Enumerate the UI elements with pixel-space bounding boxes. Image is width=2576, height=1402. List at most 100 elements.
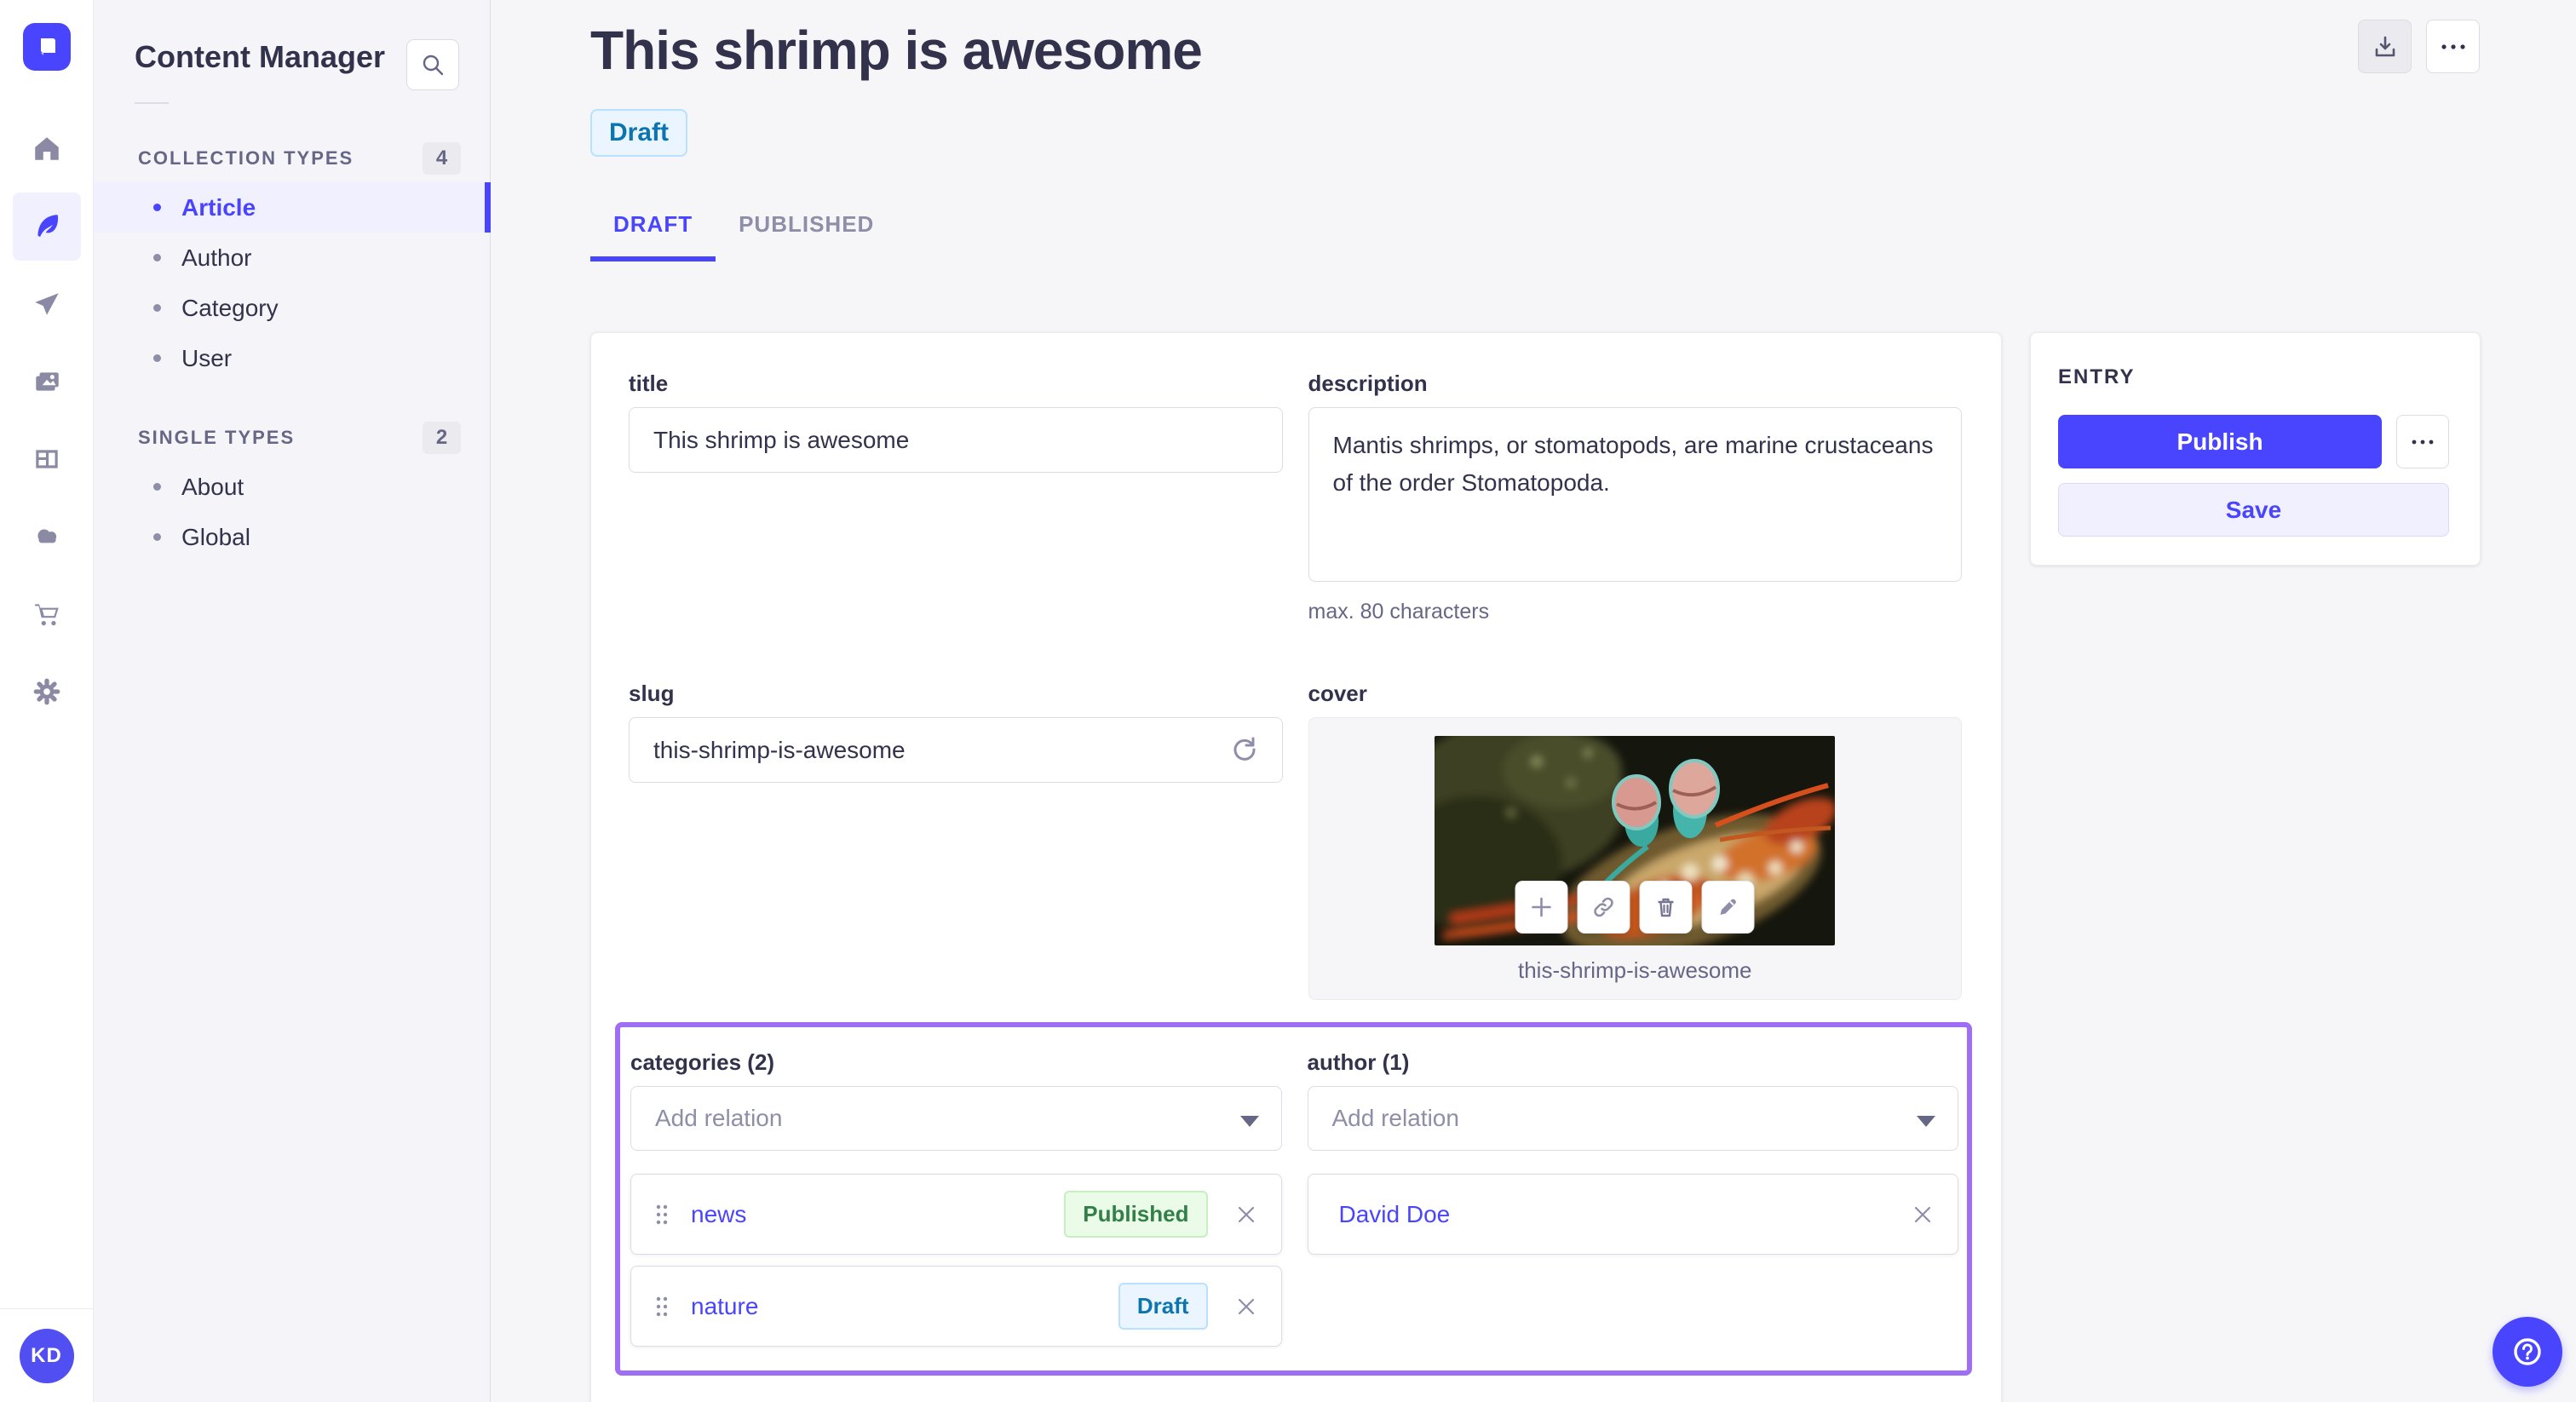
- home-nav-button[interactable]: [13, 115, 81, 183]
- version-tabs: DRAFT PUBLISHED: [590, 211, 2576, 261]
- help-button[interactable]: [2493, 1317, 2562, 1387]
- drag-handle-icon[interactable]: [652, 1200, 672, 1229]
- publish-button[interactable]: Publish: [2058, 415, 2382, 468]
- rail-nav: [0, 115, 93, 726]
- question-mark-icon: [2514, 1338, 2541, 1365]
- entry-status-badge: Draft: [590, 109, 688, 157]
- main-content: This shrimp is awesome Draft DRAFT PUBLI…: [491, 0, 2576, 1402]
- layout-icon: [35, 450, 58, 468]
- entry-actions-row: Publish: [2058, 415, 2449, 468]
- relation-link-news[interactable]: news: [691, 1201, 746, 1228]
- chevron-down-icon: [1239, 1116, 1259, 1127]
- cover-field: cover this-shrimp-is-awesome: [1308, 681, 1962, 1000]
- sidebar-item-label: Global: [181, 523, 250, 550]
- subnav-header: Content Manager: [94, 0, 490, 90]
- gear-icon: [33, 678, 60, 705]
- relation-status-badge-published: Published: [1064, 1191, 1208, 1238]
- categories-add-relation-select[interactable]: Add relation: [630, 1086, 1282, 1151]
- entry-panel: ENTRY Publish Save: [2030, 332, 2481, 566]
- entry-more-options-button[interactable]: [2396, 415, 2449, 468]
- user-avatar[interactable]: KD: [19, 1328, 74, 1383]
- active-indicator: [485, 182, 491, 233]
- description-helper-text: max. 80 characters: [1308, 600, 1490, 623]
- releases-nav-button[interactable]: [13, 270, 81, 338]
- author-field: author (1) Add relation David Doe: [1307, 1049, 1958, 1347]
- save-button[interactable]: Save: [2058, 483, 2449, 537]
- edit-media-button[interactable]: [1701, 881, 1755, 934]
- sidebar-item-global[interactable]: Global: [94, 512, 490, 562]
- single-types-count-badge: 2: [423, 422, 461, 454]
- sidebar-item-label: User: [181, 344, 233, 371]
- content-type-builder-nav-button[interactable]: [13, 425, 81, 493]
- delete-media-button[interactable]: [1639, 881, 1693, 934]
- sidebar-item-label: Category: [181, 294, 279, 321]
- media-library-nav-button[interactable]: [13, 348, 81, 416]
- bullet-icon: [153, 483, 161, 491]
- remove-relation-david-doe-button[interactable]: [1908, 1200, 1937, 1229]
- ellipsis-icon: [2412, 440, 2434, 444]
- tab-published[interactable]: PUBLISHED: [716, 211, 897, 261]
- shopping-cart-icon: [34, 604, 59, 626]
- relations-grid: categories (2) Add relation news Publish…: [630, 1049, 1958, 1347]
- refresh-icon: [1233, 737, 1256, 761]
- title-field: title: [629, 371, 1283, 624]
- sidebar-item-about[interactable]: About: [94, 462, 490, 512]
- remove-relation-news-button[interactable]: [1232, 1200, 1261, 1229]
- main-nav-rail: KD: [0, 0, 94, 1402]
- deploy-nav-button[interactable]: [13, 503, 81, 571]
- slug-input-wrap: [629, 717, 1283, 783]
- remove-relation-nature-button[interactable]: [1232, 1292, 1261, 1321]
- slug-input[interactable]: [629, 717, 1283, 783]
- slug-field: slug: [629, 681, 1283, 1000]
- relation-link-nature[interactable]: nature: [691, 1293, 758, 1320]
- trash-icon: [1658, 898, 1674, 917]
- single-types-list: About Global: [94, 462, 490, 562]
- search-icon: [423, 55, 444, 76]
- content-manager-nav-button[interactable]: [12, 192, 81, 261]
- slug-field-label: slug: [629, 681, 675, 706]
- author-add-relation-select[interactable]: Add relation: [1307, 1086, 1958, 1151]
- drag-handle-icon[interactable]: [652, 1292, 672, 1321]
- categories-field: categories (2) Add relation news Publish…: [630, 1049, 1282, 1347]
- tab-draft[interactable]: DRAFT: [590, 211, 716, 261]
- relation-link-david-doe[interactable]: David Doe: [1339, 1201, 1451, 1228]
- title-input[interactable]: [629, 407, 1283, 473]
- description-field-label: description: [1308, 371, 1428, 396]
- relation-status-badge-draft: Draft: [1118, 1283, 1208, 1330]
- relation-item-news: news Published: [630, 1174, 1282, 1255]
- close-icon: [1238, 1206, 1254, 1222]
- sidebar-item-label: Article: [181, 193, 256, 221]
- link-icon: [1594, 897, 1614, 917]
- sidebar-item-author[interactable]: Author: [94, 233, 490, 283]
- import-export-button[interactable]: [2358, 20, 2412, 73]
- header-more-options-button[interactable]: [2426, 20, 2480, 73]
- description-textarea[interactable]: Mantis shrimps, or stomatopods, are mari…: [1308, 407, 1962, 582]
- relation-item-david-doe: David Doe: [1307, 1174, 1958, 1255]
- categories-select-placeholder: Add relation: [655, 1105, 783, 1131]
- bullet-icon: [153, 354, 161, 362]
- description-field: description Mantis shrimps, or stomatopo…: [1308, 371, 1962, 624]
- page-title: This shrimp is awesome: [590, 20, 1203, 81]
- ellipsis-icon: [2441, 43, 2465, 49]
- regenerate-slug-button[interactable]: [1223, 729, 1264, 770]
- sidebar-item-article[interactable]: Article: [94, 182, 491, 233]
- copy-link-button[interactable]: [1577, 881, 1630, 934]
- strapi-logo[interactable]: [22, 23, 71, 71]
- add-media-button[interactable]: [1515, 881, 1568, 934]
- marketplace-nav-button[interactable]: [13, 580, 81, 648]
- content-manager-subnav: Content Manager COLLECTION TYPES 4 Artic…: [94, 0, 491, 1402]
- settings-nav-button[interactable]: [13, 658, 81, 726]
- bullet-icon: [153, 254, 161, 261]
- bullet-icon: [153, 533, 161, 541]
- sidebar-item-user[interactable]: User: [94, 333, 490, 383]
- sidebar-item-category[interactable]: Category: [94, 283, 490, 333]
- single-types-label: SINGLE TYPES: [138, 427, 296, 448]
- author-field-label: author (1): [1307, 1049, 1410, 1075]
- strapi-logo-icon: [40, 38, 55, 55]
- cover-media-card: this-shrimp-is-awesome: [1308, 717, 1962, 1000]
- form-row-2: slug cover: [629, 681, 1962, 1000]
- relation-item-nature: nature Draft: [630, 1266, 1282, 1347]
- search-button[interactable]: [406, 39, 459, 90]
- bullet-icon: [153, 304, 161, 312]
- single-types-header: SINGLE TYPES 2: [94, 421, 490, 455]
